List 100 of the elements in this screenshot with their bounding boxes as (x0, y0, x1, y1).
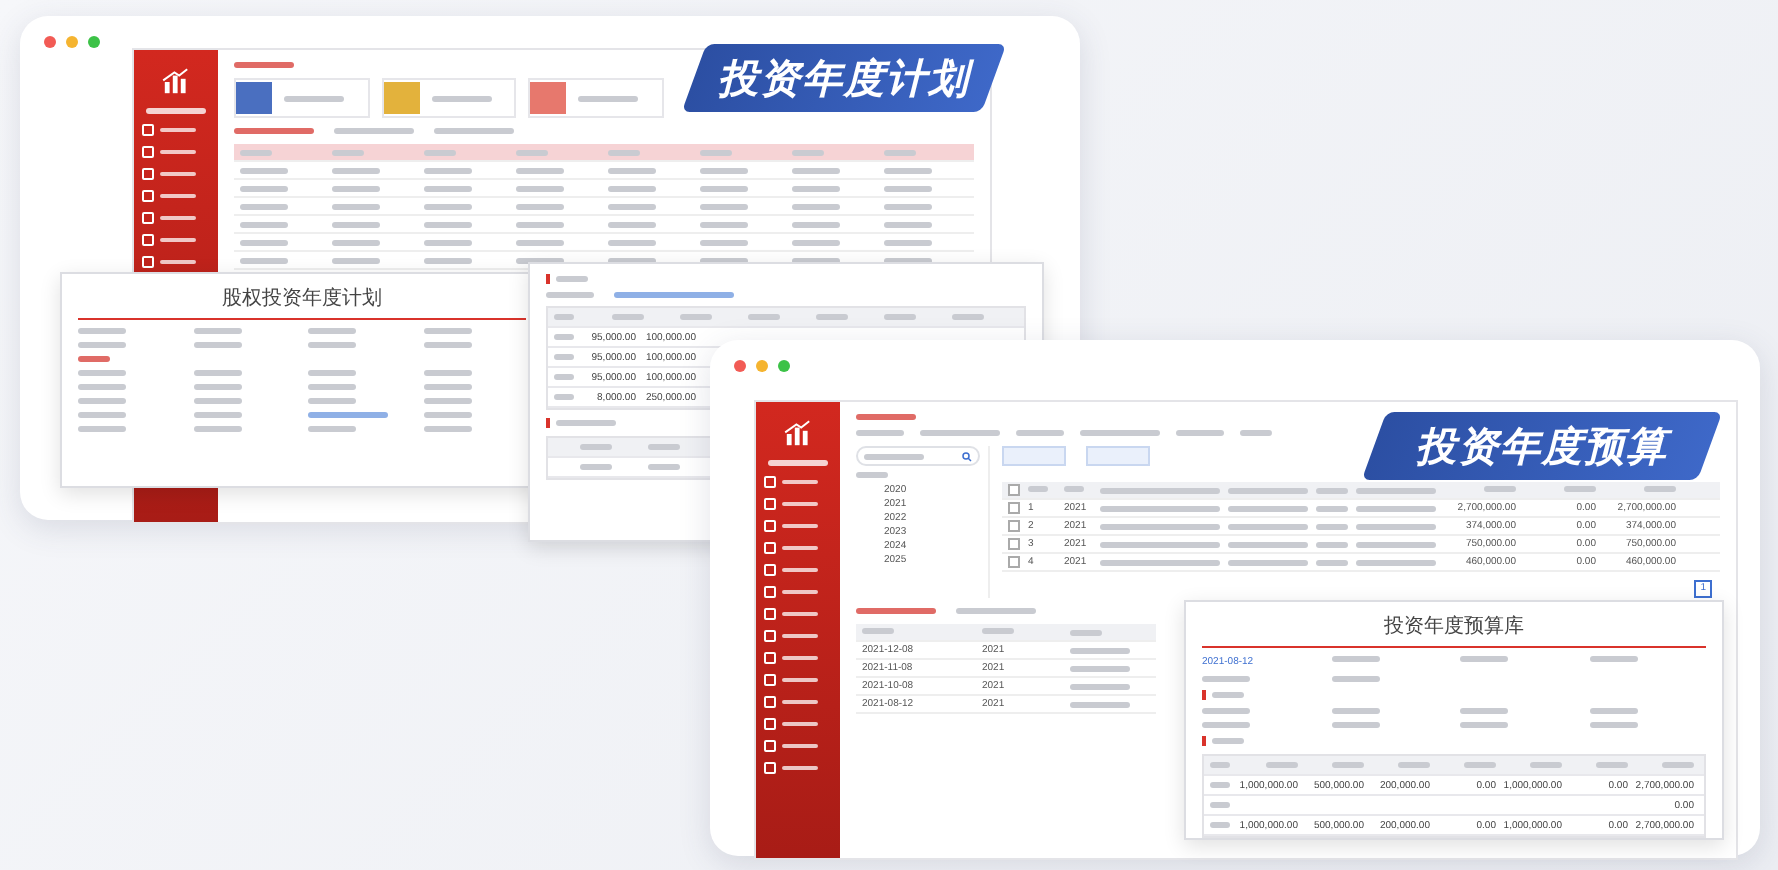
text-placeholder-bar (1202, 708, 1250, 714)
text-placeholder-bar (1064, 486, 1084, 492)
text-placeholder-bar (1356, 541, 1436, 547)
text-placeholder-bar (1331, 708, 1379, 714)
text-placeholder-bar (193, 328, 241, 334)
minimize-dot[interactable] (66, 36, 78, 48)
maximize-dot[interactable] (88, 36, 100, 48)
text-placeholder-bar (920, 430, 1000, 436)
text-placeholder-bar (792, 167, 840, 173)
shortcut-tile[interactable] (234, 78, 370, 118)
text-placeholder-bar (1398, 761, 1430, 767)
text-placeholder-bar (431, 95, 492, 101)
text-placeholder-bar (648, 443, 680, 449)
text-placeholder-bar (423, 328, 471, 334)
checkbox[interactable] (1008, 520, 1020, 532)
text-placeholder-bar (1228, 541, 1308, 547)
text-placeholder-bar (580, 443, 612, 449)
text-placeholder-bar (424, 239, 472, 245)
text-placeholder-bar (1202, 722, 1250, 728)
text-placeholder-bar (856, 414, 916, 420)
text-placeholder-bar (768, 460, 828, 466)
text-placeholder-bar (1100, 523, 1220, 529)
text-placeholder-bar (554, 334, 574, 340)
checkbox[interactable] (1008, 538, 1020, 550)
text-placeholder-bar (700, 239, 748, 245)
text-placeholder-bar (516, 167, 564, 173)
text-placeholder-bar (608, 239, 656, 245)
text-placeholder-bar (234, 62, 294, 68)
panel-title: 投资年度预算库 (1202, 612, 1706, 648)
text-placeholder-bar (1100, 487, 1220, 493)
text-placeholder-bar (424, 149, 456, 155)
shortcut-tile[interactable] (528, 78, 665, 118)
text-placeholder-bar (862, 628, 894, 634)
text-placeholder-bar (308, 384, 356, 390)
text-placeholder-bar (193, 384, 241, 390)
text-placeholder-bar (856, 430, 904, 436)
text-placeholder-bar (1016, 430, 1064, 436)
text-placeholder-bar (580, 463, 612, 469)
text-placeholder-bar (1316, 487, 1348, 493)
maximize-dot[interactable] (778, 360, 790, 372)
text-placeholder-bar (308, 342, 356, 348)
text-placeholder-bar (78, 370, 126, 376)
text-placeholder-bar (578, 95, 639, 101)
text-placeholder-bar (516, 239, 564, 245)
text-placeholder-bar (680, 313, 712, 319)
text-placeholder-bar (748, 313, 780, 319)
text-placeholder-bar (864, 453, 924, 459)
text-placeholder-bar (1100, 559, 1220, 565)
text-placeholder-bar (1356, 487, 1436, 493)
text-placeholder-bar (952, 313, 984, 319)
text-placeholder-bar (614, 292, 734, 298)
text-placeholder-bar (1484, 486, 1516, 492)
text-placeholder-bar (554, 314, 574, 320)
search-field[interactable] (856, 446, 980, 466)
text-placeholder-bar (1316, 559, 1348, 565)
text-placeholder-bar (1316, 541, 1348, 547)
text-placeholder-bar (334, 128, 414, 134)
text-placeholder-bar (1070, 701, 1130, 707)
chart-logo-icon (782, 418, 814, 450)
text-placeholder-bar (332, 239, 380, 245)
text-placeholder-bar (332, 149, 364, 155)
select-all-checkbox[interactable] (1008, 484, 1020, 496)
panel-title: 股权投资年度计划 (78, 284, 526, 320)
text-placeholder-bar (1331, 676, 1379, 682)
minimize-dot[interactable] (756, 360, 768, 372)
text-placeholder-bar (240, 221, 288, 227)
title-banner: 投资年度预算 (1360, 412, 1724, 480)
text-placeholder-bar (1212, 738, 1244, 744)
text-placeholder-bar (982, 628, 1014, 634)
text-placeholder-bar (1460, 722, 1508, 728)
checkbox[interactable] (1008, 502, 1020, 514)
text-placeholder-bar (1240, 430, 1272, 436)
text-placeholder-bar (608, 203, 656, 209)
text-placeholder-bar (193, 426, 241, 432)
text-placeholder-bar (240, 239, 288, 245)
text-placeholder-bar (423, 426, 471, 432)
text-placeholder-bar (424, 257, 472, 263)
text-placeholder-bar (308, 412, 388, 418)
text-placeholder-bar (700, 167, 748, 173)
text-placeholder-bar (308, 328, 356, 334)
text-placeholder-bar (1356, 559, 1436, 565)
text-placeholder-bar (1210, 822, 1230, 828)
text-placeholder-bar (434, 128, 514, 134)
text-placeholder-bar (1331, 656, 1379, 662)
text-placeholder-bar (1202, 676, 1250, 682)
text-placeholder-bar (308, 398, 356, 404)
text-placeholder-bar (608, 149, 640, 155)
text-placeholder-bar (816, 313, 848, 319)
text-placeholder-bar (78, 342, 126, 348)
text-placeholder-bar (1100, 505, 1220, 511)
text-placeholder-bar (240, 185, 288, 191)
text-placeholder-bar (424, 167, 472, 173)
close-dot[interactable] (44, 36, 56, 48)
close-dot[interactable] (734, 360, 746, 372)
text-placeholder-bar (240, 167, 288, 173)
checkbox[interactable] (1008, 556, 1020, 568)
shortcut-tile[interactable] (381, 78, 517, 118)
text-placeholder-bar (78, 412, 126, 418)
text-placeholder-bar (792, 185, 840, 191)
text-placeholder-bar (556, 276, 588, 282)
